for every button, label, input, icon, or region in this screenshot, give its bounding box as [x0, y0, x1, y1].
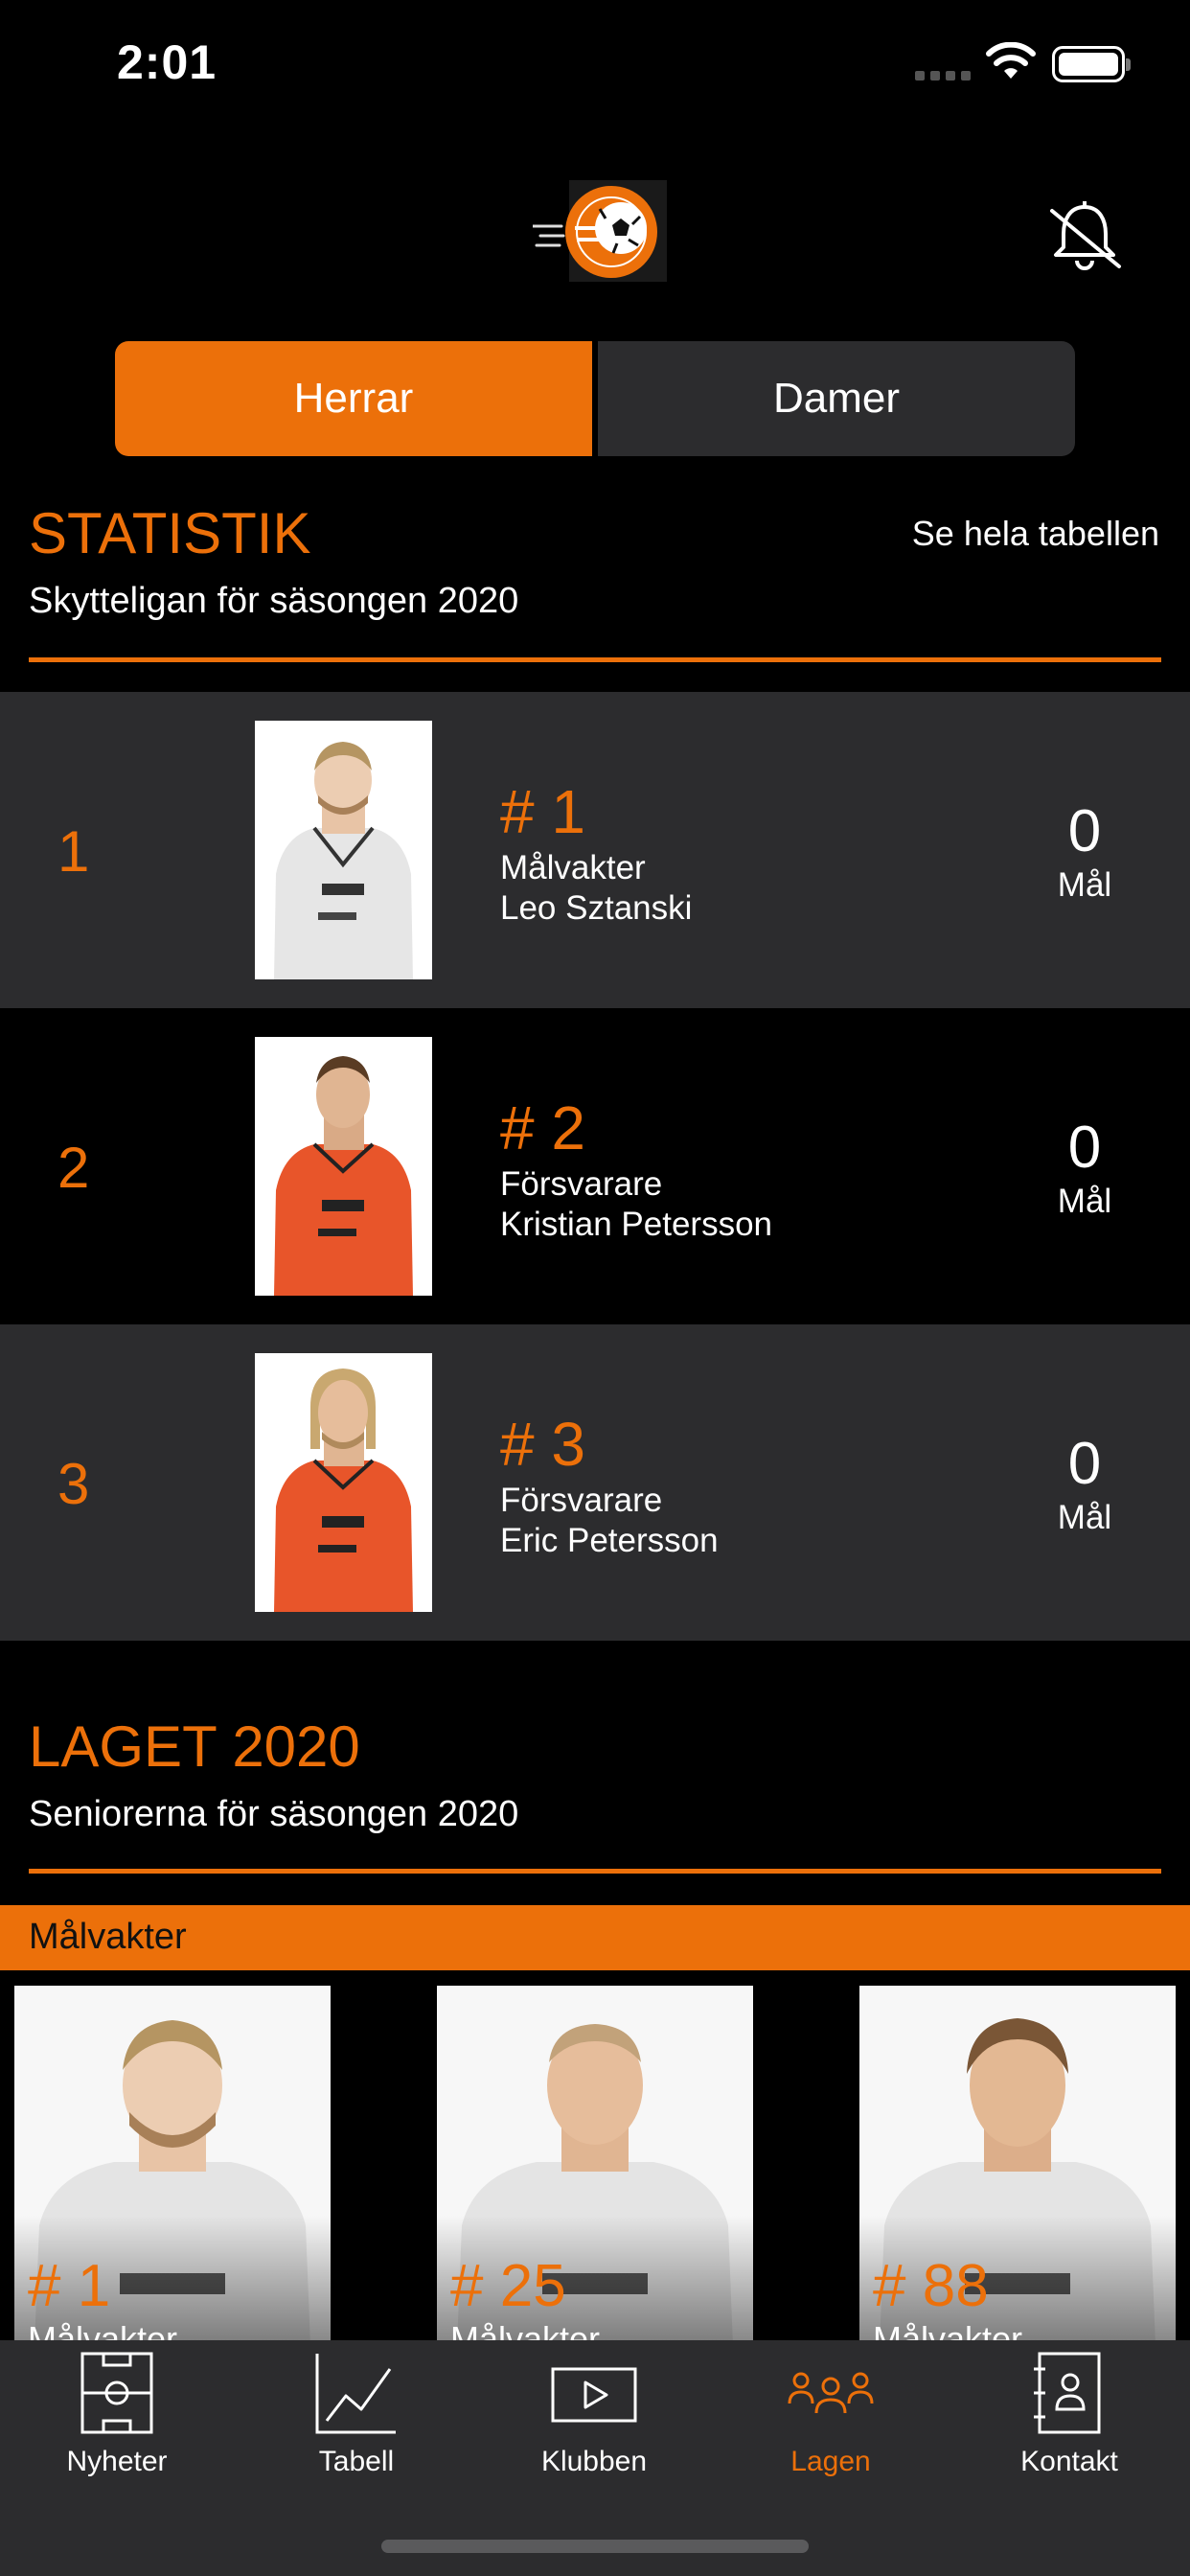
tab-label: Klubben: [540, 2446, 648, 2477]
laget-subtitle: Seniorerna för säsongen 2020: [29, 1794, 519, 1834]
statistik-subtitle: Skytteligan för säsongen 2020: [29, 581, 519, 621]
goals-count: 0: [1067, 1431, 1102, 1497]
tab-nyheter[interactable]: Nyheter: [21, 2350, 213, 2503]
player-position: Försvarare: [500, 1482, 663, 1519]
wifi-icon: [986, 42, 1036, 79]
category-header: Målvakter: [0, 1905, 1190, 1970]
player-photo: [255, 1353, 432, 1612]
statistik-title: STATISTIK: [29, 501, 311, 565]
goals-label: Mål: [1057, 1183, 1112, 1220]
player-position: Målvakter: [500, 849, 646, 886]
section-divider: [29, 657, 1161, 662]
scorer-row[interactable]: 2 # 2 Försvarare Kristian Petersson 0 Må…: [0, 1008, 1190, 1324]
player-position: Försvarare: [500, 1165, 663, 1203]
laget-title: LAGET 2020: [29, 1714, 360, 1779]
tab-klubben[interactable]: Klubben: [498, 2350, 690, 2503]
status-bar: 2:01: [0, 0, 1190, 134]
contact-book-icon: [1034, 2352, 1101, 2434]
tab-label: Nyheter: [66, 2446, 168, 2477]
card-number: # 25: [450, 2253, 566, 2319]
player-number: # 1: [500, 777, 585, 846]
section-divider: [29, 1869, 1161, 1874]
player-card[interactable]: # 25 Målvakter: [437, 1986, 753, 2340]
team-gender-toggle: Herrar Damer: [115, 341, 1075, 456]
tab-lagen[interactable]: Lagen: [735, 2350, 927, 2503]
notification-bell-off-icon[interactable]: [1046, 197, 1123, 274]
goals-label: Mål: [1057, 866, 1112, 904]
card-number: # 1: [28, 2253, 111, 2319]
goals-count: 0: [1067, 1115, 1102, 1181]
scorer-list: 1 # 1 Målvakter Leo Sztanski 0 Mål 2 # 2…: [0, 692, 1190, 1641]
goals-label: Mål: [1057, 1499, 1112, 1536]
battery-icon: [1052, 46, 1131, 82]
card-position: Målvakter: [450, 2319, 601, 2340]
player-card[interactable]: # 1 Målvakter: [14, 1986, 331, 2340]
goals-count: 0: [1067, 798, 1102, 864]
player-photo: [255, 1037, 432, 1296]
club-logo: [533, 180, 667, 282]
rank: 3: [57, 1452, 90, 1516]
rank: 2: [57, 1136, 90, 1200]
card-number: # 88: [873, 2253, 989, 2319]
pitch-icon: [80, 2352, 153, 2434]
tab-label: Kontakt: [1020, 2446, 1118, 2477]
rank: 1: [57, 819, 90, 884]
tab-herrar[interactable]: Herrar: [115, 341, 592, 456]
status-time: 2:01: [117, 35, 217, 89]
tab-label: Lagen: [790, 2446, 871, 2477]
play-icon: [551, 2367, 637, 2423]
scorer-row[interactable]: 3 # 3 Försvarare Eric Petersson 0 Mål: [0, 1324, 1190, 1641]
tab-damer[interactable]: Damer: [598, 341, 1075, 456]
chart-icon: [315, 2354, 396, 2434]
player-name: Eric Petersson: [500, 1522, 719, 1559]
card-position: Målvakter: [28, 2319, 178, 2340]
squad-carousel[interactable]: # 1 Målvakter # 25 Målvakter # 88 Målvak…: [0, 1986, 1190, 2340]
see-full-table-link[interactable]: Se hela tabellen: [912, 514, 1159, 554]
player-photo: [255, 721, 432, 979]
home-indicator[interactable]: [381, 2540, 809, 2553]
tab-tabell[interactable]: Tabell: [261, 2350, 452, 2503]
card-position: Målvakter: [873, 2319, 1023, 2340]
player-number: # 3: [500, 1410, 585, 1479]
cellular-signal-icon: [915, 71, 971, 80]
player-name: Kristian Petersson: [500, 1206, 773, 1243]
player-card[interactable]: # 88 Målvakter: [859, 1986, 1176, 2340]
category-label: Målvakter: [29, 1917, 187, 1957]
player-name: Leo Sztanski: [500, 889, 693, 927]
team-icon: [788, 2372, 874, 2414]
scorer-row[interactable]: 1 # 1 Målvakter Leo Sztanski 0 Mål: [0, 692, 1190, 1008]
tab-label: Tabell: [318, 2446, 395, 2477]
player-number: # 2: [500, 1093, 585, 1162]
tab-kontakt[interactable]: Kontakt: [973, 2350, 1165, 2503]
